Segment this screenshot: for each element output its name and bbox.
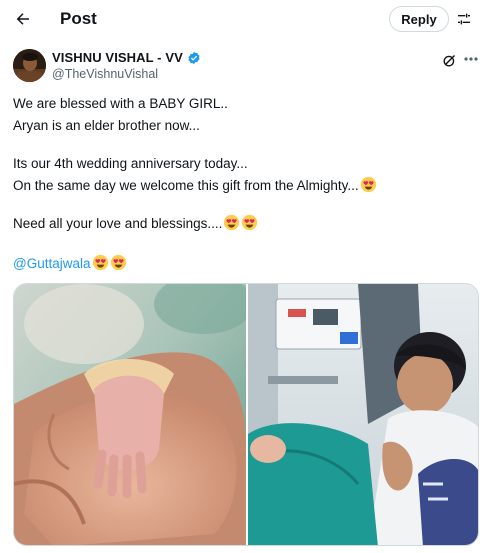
avatar-image [13, 49, 46, 82]
author-name-text: VISHNU VISHAL - VV [52, 50, 183, 65]
tweet-text-line: Need all your love and blessings.... [13, 214, 258, 236]
more-button[interactable] [462, 50, 480, 68]
heart-eyes-emoji [223, 214, 240, 236]
tweet-text: On the same day we welcome this gift fro… [13, 178, 359, 193]
reply-button[interactable]: Reply [389, 6, 449, 32]
verified-badge-icon [187, 51, 201, 65]
back-arrow-icon [16, 13, 29, 25]
settings-button[interactable] [454, 8, 474, 30]
heart-eyes-emoji [241, 214, 258, 236]
more-icon [464, 57, 478, 61]
back-button[interactable] [8, 4, 38, 34]
heart-eyes-emoji [110, 254, 127, 276]
heart-eyes-emoji [92, 254, 109, 276]
tweet-text-line: We are blessed with a BABY GIRL.. [13, 96, 228, 111]
tweet-text-line: Its our 4th wedding anniversary today... [13, 156, 248, 171]
photo-boy-hospital[interactable] [248, 284, 478, 545]
grok-button[interactable] [440, 51, 458, 69]
page-title: Post [60, 9, 97, 28]
top-bar: Post Reply [0, 0, 492, 38]
tweet-text: Need all your love and blessings.... [13, 216, 223, 231]
author-name[interactable]: VISHNU VISHAL - VV [52, 50, 201, 65]
author-handle[interactable]: @TheVishnuVishal [52, 67, 158, 81]
sliders-icon [458, 13, 470, 25]
grok-icon [443, 54, 455, 66]
media-grid [13, 283, 479, 546]
heart-eyes-emoji [360, 176, 377, 198]
tweet-text-line: @Guttajwala [13, 254, 127, 276]
photo-baby-hand[interactable] [14, 284, 254, 545]
tweet-text-line: On the same day we welcome this gift fro… [13, 176, 377, 198]
avatar[interactable] [13, 49, 46, 82]
tweet-text-line: Aryan is an elder brother now... [13, 118, 200, 133]
mention-link[interactable]: @Guttajwala [13, 256, 91, 271]
